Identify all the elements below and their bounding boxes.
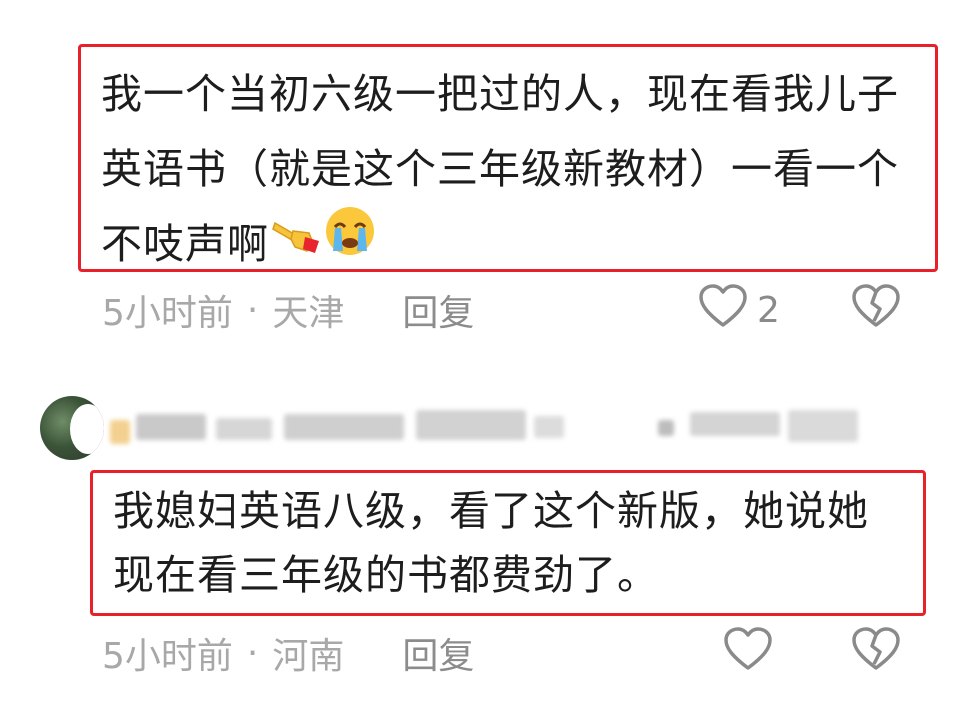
comment-2-user-row [40, 396, 920, 462]
comment-2-like-button[interactable] [722, 626, 774, 681]
comment-1-text: 我一个当初六级一把过的人，现在看我儿子英语书（就是这个三年级新教材）一看一个不吱… [101, 57, 919, 285]
comment-1-time: 5小时前 [102, 293, 233, 334]
heart-icon [722, 626, 774, 681]
comment-1-like-count: 2 [757, 289, 780, 331]
meta-separator: · [246, 289, 259, 331]
comment-2-text: 我媳妇英语八级，看了这个新版，她说她现在看三年级的书都费劲了。 [113, 487, 869, 599]
comment-1-meta: 5小时前 · 天津 回复 2 [102, 283, 920, 336]
crying-face-icon [321, 205, 379, 281]
comment-2-highlight-box: 我媳妇英语八级，看了这个新版，她说她现在看三年级的书都费劲了。 [90, 470, 926, 616]
comment-2-reply-button[interactable]: 回复 [402, 627, 474, 679]
comment-2-location: 河南 [272, 636, 345, 677]
broken-heart-icon[interactable] [850, 283, 902, 338]
pointing-hand-icon [269, 206, 321, 281]
comment-2-meta: 5小时前 · 河南 回复 [102, 626, 920, 679]
heart-icon [697, 283, 749, 338]
comment-1-body: 我一个当初六级一把过的人，现在看我儿子英语书（就是这个三年级新教材）一看一个不吱… [101, 70, 899, 268]
comment-1-location: 天津 [272, 293, 345, 334]
comment-1-like-button[interactable]: 2 [697, 283, 780, 338]
comment-1-highlight-box: 我一个当初六级一把过的人，现在看我儿子英语书（就是这个三年级新教材）一看一个不吱… [78, 44, 938, 272]
comment-1-reply-button[interactable]: 回复 [402, 284, 474, 336]
comment-2-time: 5小时前 [102, 636, 233, 677]
broken-heart-icon[interactable] [850, 626, 902, 681]
avatar[interactable] [40, 396, 104, 460]
meta-separator: · [246, 632, 259, 674]
